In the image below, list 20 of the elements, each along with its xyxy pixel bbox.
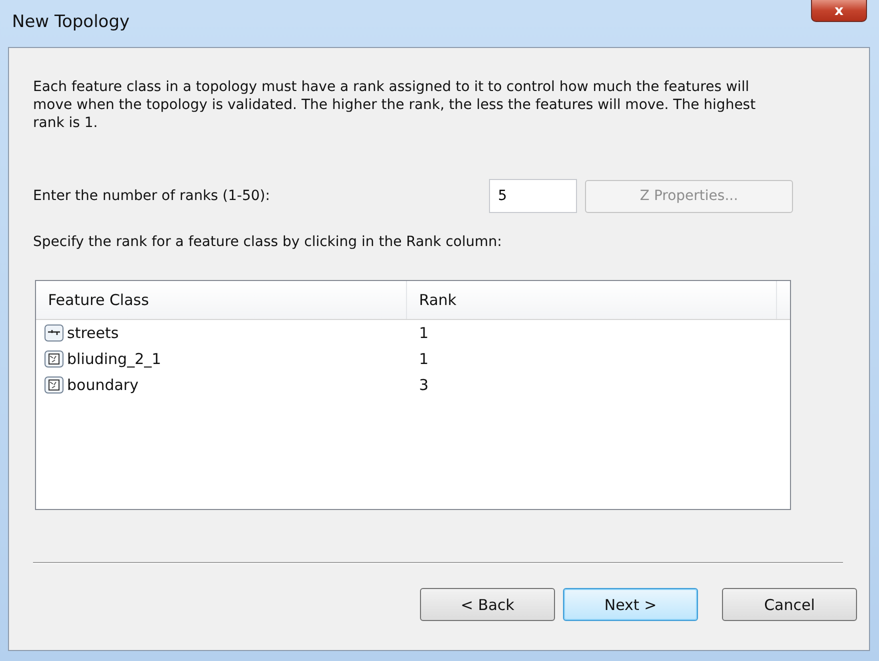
feature-class-name: boundary xyxy=(67,376,138,394)
line-layer-icon xyxy=(44,324,64,342)
column-header[interactable]: Rank xyxy=(407,281,777,319)
rank-cell[interactable]: 1 xyxy=(407,350,777,368)
window-title: New Topology xyxy=(12,12,130,32)
ranks-label: Enter the number of ranks (1-50): xyxy=(33,188,271,204)
ranks-field[interactable]: 5 xyxy=(489,179,577,213)
wizard-button[interactable]: < Back xyxy=(420,588,555,621)
feature-class-name: streets xyxy=(67,324,119,342)
polygon-layer-icon xyxy=(44,376,64,394)
wizard-button[interactable]: Next > xyxy=(563,588,698,621)
instruction-text: Specify the rank for a feature class by clicking in the Rank column: xyxy=(33,234,503,250)
intro-text: Each feature class in a topology must have a rank assigned to it to control how much the features will move when the topology is validated. The higher the rank, the less the features will move. The highest rank is 1. xyxy=(33,78,757,132)
polygon-layer-icon xyxy=(44,350,64,368)
rank-cell[interactable]: 1 xyxy=(407,324,777,342)
close-button[interactable]: x xyxy=(811,0,867,22)
column-header[interactable]: Feature Class xyxy=(36,281,407,319)
rank-cell[interactable]: 3 xyxy=(407,376,777,394)
wizard-button[interactable]: Cancel xyxy=(722,588,857,621)
feature-class-name: bliuding_2_1 xyxy=(67,350,162,368)
